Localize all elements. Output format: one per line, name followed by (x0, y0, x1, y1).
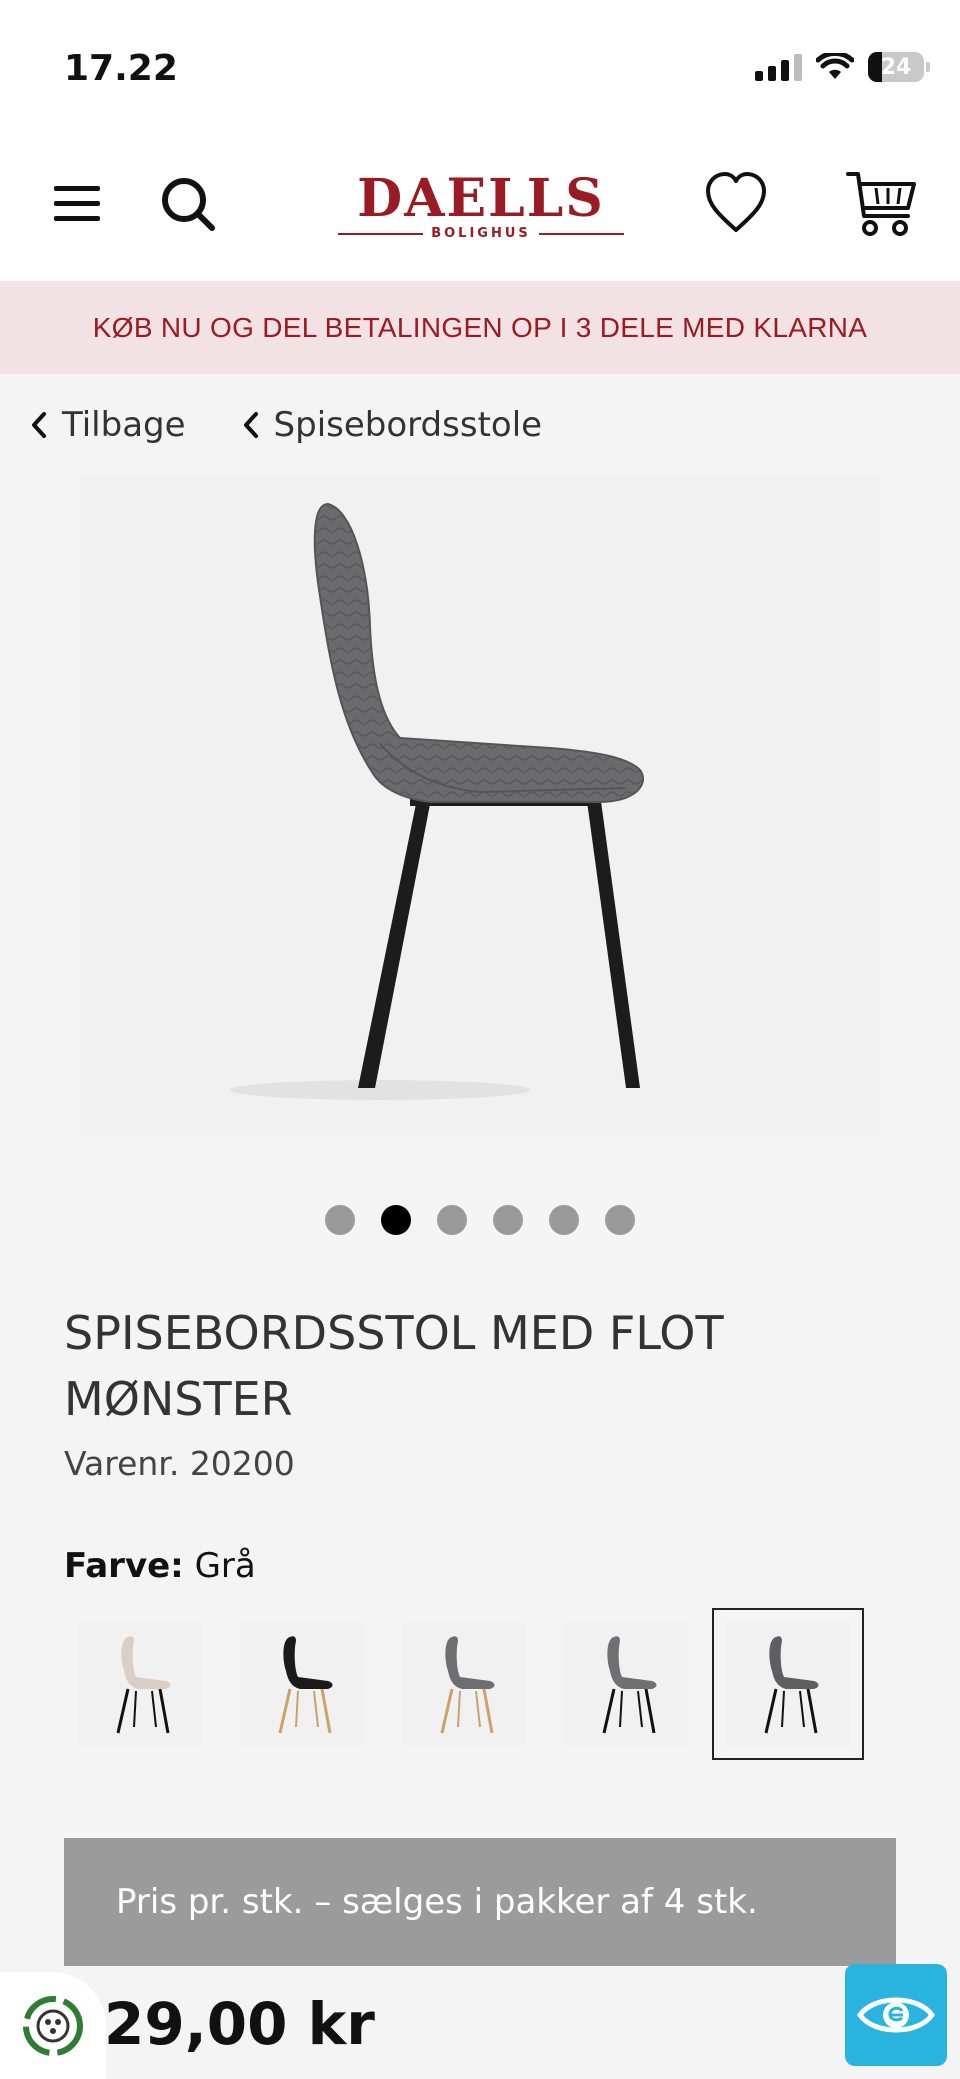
color-label: Farve: (64, 1546, 184, 1586)
gallery-dot[interactable] (549, 1205, 579, 1235)
chair-image (230, 502, 645, 1100)
pack-note-box: Pris pr. stk. – sælges i pakker af 4 stk… (64, 1838, 896, 1966)
klarna-banner-text: KØB NU OG DEL BETALINGEN OP I 3 DELE MED… (92, 311, 868, 343)
battery-icon: 24 (868, 52, 924, 82)
swatch-thumbnail (402, 1622, 526, 1746)
site-header: DAELLS BOLIGHUS (0, 130, 960, 281)
chevron-left-icon (243, 412, 258, 438)
chair-thumbnail-icon (764, 1636, 819, 1734)
color-row: Farve: Grå (64, 1546, 256, 1586)
recycle-icon (23, 1995, 83, 2056)
breadcrumb: Tilbage Spisebordsstole (0, 374, 960, 476)
logo-main: DAELLS (357, 168, 605, 229)
color-swatch-black-wood-legs[interactable] (226, 1608, 378, 1760)
category-link[interactable]: Spisebordsstole (242, 405, 543, 445)
back-link-label: Tilbage (62, 405, 186, 445)
color-swatch-grey-black-legs[interactable] (550, 1608, 702, 1760)
product-title: SPISEBORDSSTOL MED FLOT MØNSTER (64, 1306, 724, 1426)
menu-icon[interactable] (52, 182, 102, 226)
gallery-dot[interactable] (493, 1205, 523, 1235)
color-swatch-dark-grey-black-legs[interactable] (712, 1608, 864, 1760)
color-value: Grå (194, 1546, 256, 1586)
product-image[interactable] (80, 476, 880, 1136)
chair-thumbnail-icon (602, 1636, 657, 1734)
recycle-badge[interactable] (0, 1972, 106, 2079)
swatch-thumbnail (78, 1622, 202, 1746)
cellular-signal-icon (755, 53, 802, 81)
battery-level: 24 (880, 54, 912, 80)
gallery-dot[interactable] (605, 1205, 635, 1235)
gallery-dot[interactable] (437, 1205, 467, 1235)
status-bar: 17.22 24 (0, 0, 960, 130)
swatch-thumbnail (726, 1622, 850, 1746)
logo[interactable]: DAELLS BOLIGHUS (338, 170, 624, 250)
swatch-thumbnail (564, 1622, 688, 1746)
logo-line-left (338, 232, 424, 235)
logo-sub: BOLIGHUS (431, 226, 531, 241)
battery-tip (926, 62, 930, 72)
accessibility-eye-button[interactable] (845, 1964, 947, 2066)
status-icons: 24 (755, 52, 930, 82)
search-icon[interactable] (160, 176, 216, 232)
back-link[interactable]: Tilbage (30, 405, 186, 445)
status-time: 17.22 (64, 48, 178, 89)
product-sku: Varenr. 20200 (64, 1444, 295, 1483)
chevron-left-icon (32, 412, 46, 438)
chair-thumbnail-icon (278, 1636, 333, 1734)
heart-icon[interactable] (704, 170, 768, 236)
logo-line-right (538, 232, 624, 235)
chair-thumbnail-icon (116, 1636, 171, 1734)
color-swatches (64, 1608, 864, 1760)
gallery-dot-active[interactable] (381, 1205, 411, 1235)
product-price: 29,00 kr (104, 1990, 375, 2058)
cart-icon[interactable] (846, 168, 918, 240)
category-link-label: Spisebordsstole (273, 405, 543, 445)
gallery-dot[interactable] (325, 1205, 355, 1235)
color-swatch-beige-black-legs[interactable] (64, 1608, 216, 1760)
klarna-banner[interactable]: KØB NU OG DEL BETALINGEN OP I 3 DELE MED… (0, 281, 960, 374)
pack-note-text: Pris pr. stk. – sælges i pakker af 4 stk… (116, 1882, 758, 1922)
chair-thumbnail-icon (440, 1636, 495, 1734)
swatch-thumbnail (240, 1622, 364, 1746)
eye-icon (856, 1997, 936, 2033)
wifi-icon (816, 53, 854, 79)
gallery-dots (0, 1205, 960, 1235)
color-swatch-grey-wood-legs[interactable] (388, 1608, 540, 1760)
